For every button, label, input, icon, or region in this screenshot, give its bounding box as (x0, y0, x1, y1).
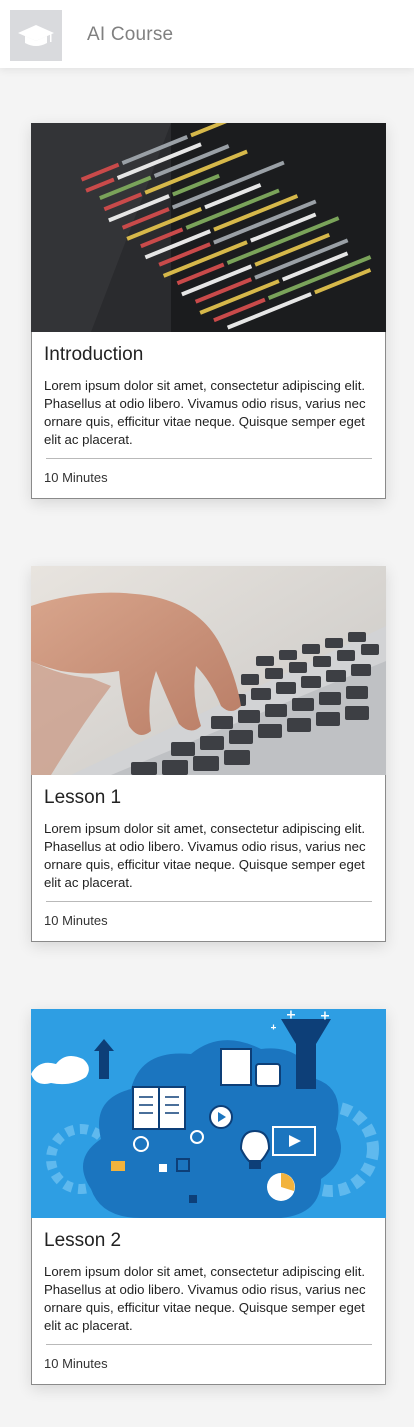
laptop-typing-image (31, 566, 386, 775)
lesson-description: Lorem ipsum dolor sit amet, consectetur … (44, 1264, 366, 1333)
lesson-description: Lorem ipsum dolor sit amet, consectetur … (44, 378, 366, 447)
lesson-title: Lesson 2 (44, 1230, 122, 1251)
lesson-duration: 10 Minutes (44, 913, 108, 928)
graduation-cap-icon[interactable] (10, 10, 62, 61)
lesson-description: Lorem ipsum dolor sit amet, consectetur … (44, 821, 366, 890)
lesson-card-lesson-2[interactable]: Lesson 2 Lorem ipsum dolor sit amet, con… (31, 1009, 386, 1385)
lesson-title: Lesson 1 (44, 787, 122, 808)
lesson-title: Introduction (44, 344, 144, 365)
card-divider (46, 1344, 372, 1345)
ai-brain-illustration (31, 1009, 386, 1218)
app-title: AI Course (87, 24, 174, 45)
code-editor-image (31, 123, 386, 332)
lesson-card-introduction[interactable]: Introduction Lorem ipsum dolor sit amet,… (31, 123, 386, 499)
card-divider (46, 901, 372, 902)
card-divider (46, 458, 372, 459)
lesson-card-lesson-1[interactable]: Lesson 1 Lorem ipsum dolor sit amet, con… (31, 566, 386, 942)
app-header: AI Course (0, 0, 414, 68)
lesson-duration: 10 Minutes (44, 1356, 108, 1371)
lesson-duration: 10 Minutes (44, 470, 108, 485)
